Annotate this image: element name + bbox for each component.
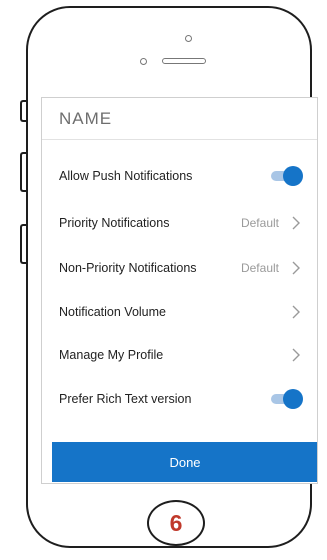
home-button[interactable]: 6 xyxy=(147,500,205,546)
settings-screen: NAME Allow Push Notifications Priority N… xyxy=(41,97,318,484)
step-number-label: 6 xyxy=(169,509,183,536)
screen-title: NAME xyxy=(59,108,113,128)
setting-row-prefer-rich-text[interactable]: Prefer Rich Text version xyxy=(42,379,317,419)
prefer-rich-text-toggle[interactable] xyxy=(269,389,303,409)
toggle-knob xyxy=(283,166,303,186)
phone-side-button xyxy=(20,152,26,192)
speaker-icon xyxy=(162,58,206,64)
screen-header: NAME xyxy=(42,98,317,140)
setting-label: Prefer Rich Text version xyxy=(59,392,192,406)
sensor-icon xyxy=(140,58,147,65)
chevron-right-icon xyxy=(292,216,300,230)
setting-row-notification-volume[interactable]: Notification Volume xyxy=(42,292,317,332)
setting-value: Default xyxy=(240,261,279,275)
setting-label: Priority Notifications xyxy=(59,216,170,230)
setting-label: Non-Priority Notifications xyxy=(59,261,197,275)
phone-side-button xyxy=(20,224,26,264)
setting-label: Notification Volume xyxy=(59,305,167,319)
phone-side-button xyxy=(20,100,26,122)
allow-push-notifications-toggle[interactable] xyxy=(269,166,303,186)
setting-row-allow-push-notifications[interactable]: Allow Push Notifications xyxy=(42,156,317,196)
setting-row-manage-my-profile[interactable]: Manage My Profile xyxy=(42,335,317,375)
setting-label: Manage My Profile xyxy=(59,348,164,362)
setting-row-priority-notifications[interactable]: Priority Notifications Default xyxy=(42,203,317,243)
setting-value: Default xyxy=(240,216,279,230)
toggle-knob xyxy=(283,389,303,409)
chevron-right-icon xyxy=(292,305,300,319)
setting-label: Allow Push Notifications xyxy=(59,169,193,183)
chevron-right-icon xyxy=(292,348,300,362)
done-button[interactable]: Done xyxy=(52,442,317,482)
camera-icon xyxy=(185,35,192,42)
chevron-right-icon xyxy=(292,261,300,275)
setting-row-non-priority-notifications[interactable]: Non-Priority Notifications Default xyxy=(42,248,317,288)
